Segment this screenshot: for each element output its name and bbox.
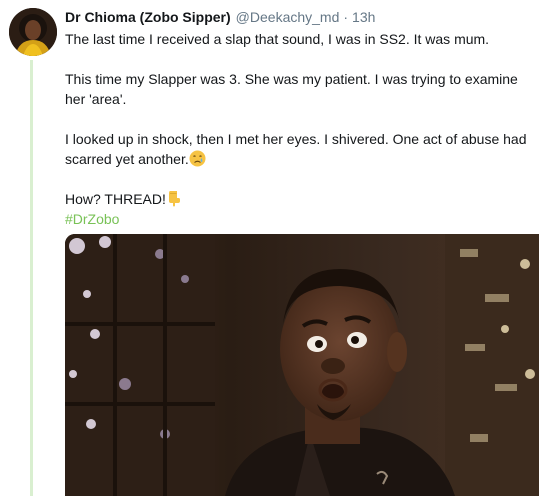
thread-connector-line xyxy=(30,60,33,496)
media-photo xyxy=(65,234,539,496)
tweet-text-paragraph-4-text: How? THREAD! xyxy=(65,191,166,207)
author-name[interactable]: Dr Chioma (Zobo Sipper) xyxy=(65,8,231,26)
avatar[interactable] xyxy=(9,8,57,56)
hashtag-link[interactable]: #DrZobo xyxy=(65,211,119,227)
tweet[interactable]: Dr Chioma (Zobo Sipper) @Deekachy_md · 1… xyxy=(0,0,539,496)
pointing-down-emoji-icon xyxy=(168,191,180,207)
separator-dot: · xyxy=(343,9,349,25)
tweet-header: Dr Chioma (Zobo Sipper) @Deekachy_md · 1… xyxy=(65,8,535,26)
tweet-text-paragraph-3: I looked up in shock, then I met her eye… xyxy=(65,129,535,169)
tweet-text-paragraph-2: This time my Slapper was 3. She was my p… xyxy=(65,71,518,107)
author-handle[interactable]: @Deekachy_md xyxy=(236,8,340,26)
crying-face-emoji-icon xyxy=(189,150,206,167)
tweet-timestamp[interactable]: 13h xyxy=(352,8,375,26)
tweet-text-paragraph-4: How? THREAD! xyxy=(65,189,535,209)
avatar-image xyxy=(9,8,57,56)
tweet-media-image[interactable] xyxy=(65,234,539,496)
tweet-text-paragraph-1: The last time I received a slap that sou… xyxy=(65,31,490,47)
tweet-text-paragraph-3-text: I looked up in shock, then I met her eye… xyxy=(65,131,527,167)
tweet-content: Dr Chioma (Zobo Sipper) @Deekachy_md · 1… xyxy=(65,8,535,229)
